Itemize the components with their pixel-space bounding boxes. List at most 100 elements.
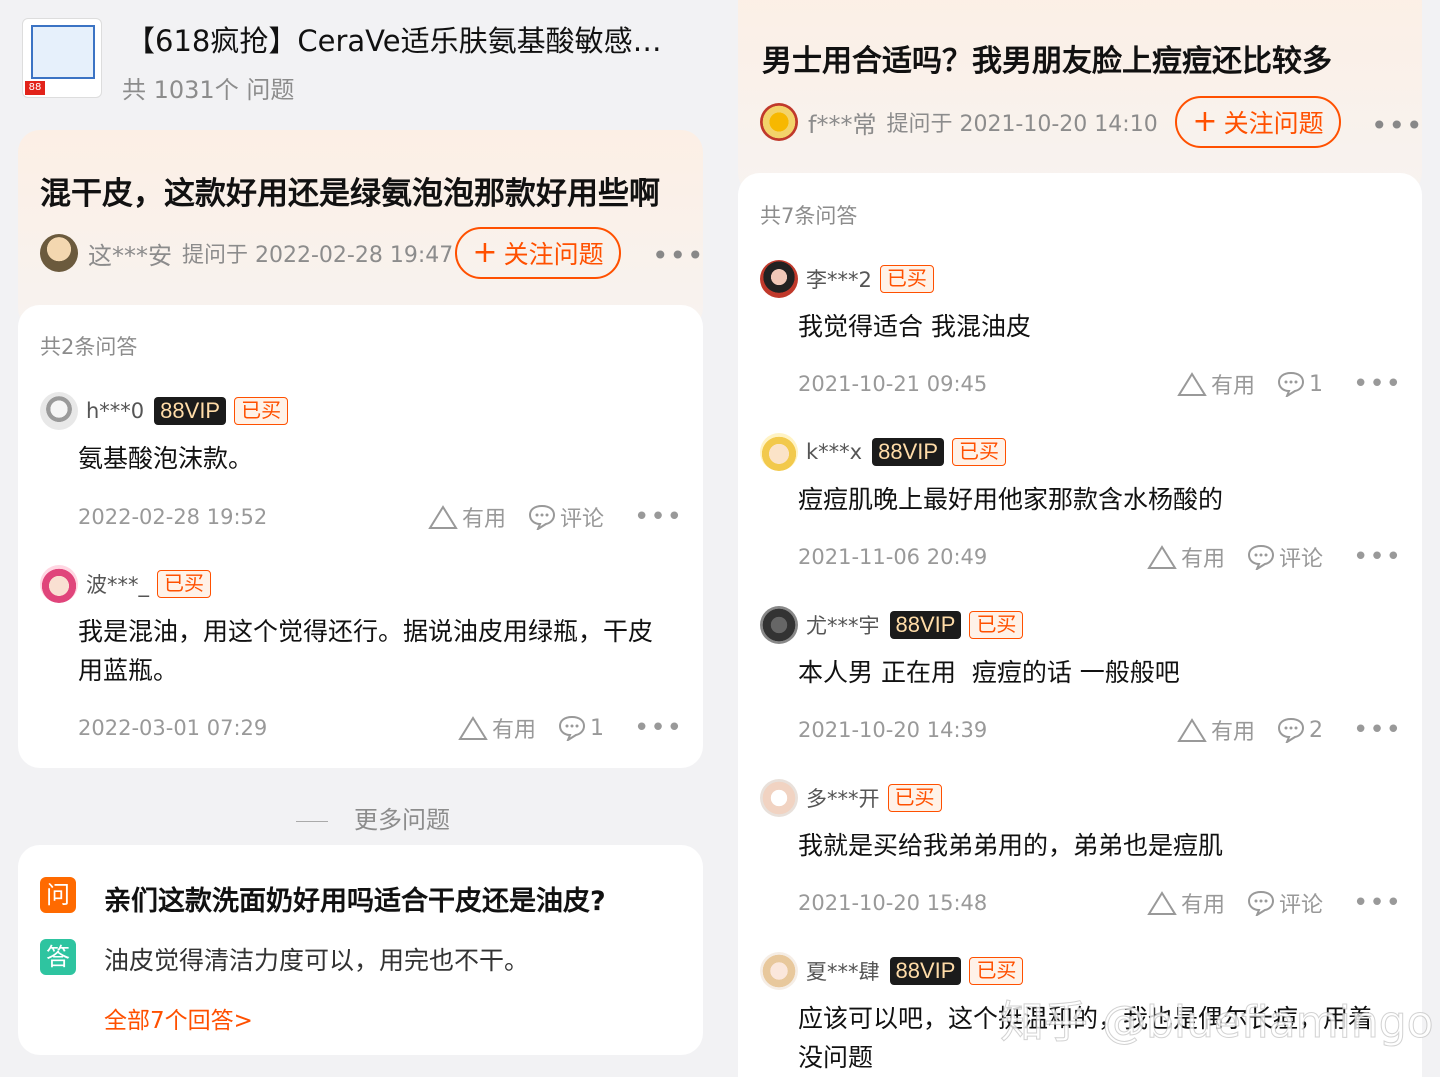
comment-button[interactable]: 评论 [528,501,604,533]
comment-button[interactable]: 评论 [1247,541,1323,573]
user-avatar[interactable] [760,433,798,471]
more-options-icon[interactable]: ••• [634,713,683,743]
answer-header: 波***_ 已买 [40,564,211,604]
answer-date: 2021-10-21 09:45 [798,372,988,396]
useful-label: 有用 [1180,547,1225,572]
useful-label: 有用 [491,718,536,743]
follow-question-button[interactable]: + 关注问题 [1175,96,1341,148]
comment-count: 2 [1308,717,1323,743]
comment-button[interactable]: 1 [1277,371,1323,397]
useful-button[interactable]: 有用 [458,712,536,744]
useful-button[interactable]: 有用 [1147,541,1225,573]
product-title[interactable]: 【618疯抢】CeraVe适乐肤氨基酸敏感… [126,18,662,60]
asker-avatar[interactable] [40,234,78,272]
bought-badge: 已买 [969,611,1024,639]
answers-card: 共7条问答 李***2 已买 我觉得适合 我混油皮 2021-10-21 09:… [738,173,1422,1077]
comment-button[interactable]: 1 [558,715,604,741]
triangle-up-icon [1147,545,1177,569]
answer-meta: 2021-10-20 15:48 有用 评论 ••• [798,885,1402,921]
bought-badge: 已买 [952,438,1007,466]
bought-badge: 已买 [234,397,289,425]
user-avatar[interactable] [760,260,798,298]
question-card: 混干皮，这款好用还是绿氨泡泡那款好用些啊 这***安 提问于 2022-02-2… [18,130,705,330]
user-avatar[interactable] [40,392,78,430]
answer-actions: 有用 评论 ••• [406,499,683,535]
more-options-icon[interactable]: ••• [1353,369,1402,399]
useful-label: 有用 [1210,374,1255,399]
more-options-icon[interactable]: ••• [1371,112,1422,140]
more-options-icon[interactable]: ••• [1353,542,1402,572]
comment-button[interactable]: 2 [1277,717,1323,743]
comment-bubble-icon [1247,544,1274,570]
more-question-card[interactable]: 问 亲们这款洗面奶好用吗适合干皮还是油皮? 答 油皮觉得清洁力度可以，用完也不干… [18,845,703,1055]
user-avatar[interactable] [760,606,798,644]
answer-actions: 有用 1 ••• [436,710,683,746]
asker-info: 这***安 提问于 2022-02-28 19:47 [40,228,453,278]
comment-button[interactable]: 评论 [1247,887,1323,919]
plus-icon: + [472,235,498,270]
right-panel: 男士用合适吗？我男朋友脸上痘痘还比较多 f***常 提问于 2021-10-20… [738,0,1422,1077]
bought-badge: 已买 [969,957,1024,985]
product-header[interactable]: 88 【618疯抢】CeraVe适乐肤氨基酸敏感… 共 1031个 问题 [22,18,702,108]
more-options-icon[interactable]: ••• [634,502,683,532]
useful-label: 有用 [461,507,506,532]
user-name: 李***2 [806,268,872,292]
answer-header: h***0 88VIP 已买 [40,391,289,431]
asker-name: 这***安 [88,241,172,270]
answer-badge-icon: 答 [40,939,76,975]
useful-button[interactable]: 有用 [428,501,506,533]
more-options-icon[interactable]: ••• [652,242,705,270]
user-avatar[interactable] [40,565,78,603]
asker-info: f***常 提问于 2021-10-20 14:10 [760,97,1158,147]
question-badge-icon: 问 [40,877,76,913]
follow-label: 关注问题 [503,240,604,269]
price-tag: 88 [25,81,45,95]
answer-date: 2021-11-06 20:49 [798,545,988,569]
more-options-icon[interactable]: ••• [1353,888,1402,918]
answer-text: 痘痘肌晚上最好用他家那款含水杨酸的 [798,485,1224,514]
plus-icon: + [1192,104,1218,139]
answers-card: 共2条问答 h***0 88VIP 已买 氨基酸泡沫款。 2022-02-28 … [18,305,703,768]
answer-date: 2021-10-20 15:48 [798,891,988,915]
vip-badge: 88VIP [872,438,945,466]
answer-date: 2022-02-28 19:52 [78,505,268,529]
useful-button[interactable]: 有用 [1147,887,1225,919]
comment-label: 评论 [559,507,604,532]
triangle-up-icon [458,716,488,740]
useful-button[interactable]: 有用 [1177,714,1255,746]
answer-actions: 有用 1 ••• [1155,366,1402,402]
comment-count: 1 [1308,371,1323,397]
comment-bubble-icon [528,504,555,530]
triangle-up-icon [1177,372,1207,396]
comment-bubble-icon [558,715,585,741]
user-avatar[interactable] [760,952,798,990]
comment-bubble-icon [1277,717,1304,743]
user-avatar[interactable] [760,779,798,817]
answer-header: 多***开 已买 [760,778,942,818]
more-options-icon[interactable]: ••• [1353,715,1402,745]
all-answers-link[interactable]: 全部7个回答> [104,1001,253,1035]
asker-name: f***常 [808,110,877,139]
triangle-up-icon [428,505,458,529]
answer-header: 尤***宇 88VIP 已买 [760,605,1024,645]
triangle-up-icon [1177,718,1207,742]
follow-question-button[interactable]: + 关注问题 [455,227,621,279]
product-thumbnail[interactable]: 88 [22,18,102,98]
asked-time: 提问于 2022-02-28 19:47 [182,243,454,268]
question-count: 共 1031个 问题 [122,76,295,104]
answer-text: 我就是买给我弟弟用的，弟弟也是痘肌 [798,831,1224,860]
comment-label: 评论 [1278,893,1323,918]
asked-time: 提问于 2021-10-20 14:10 [886,112,1158,137]
answer-date: 2022-03-01 07:29 [78,716,268,740]
answer-text: 我觉得适合 我混油皮 [798,312,1031,341]
answer-text: 本人男 正在用 痘痘的话 一般般吧 [798,658,1180,687]
more-question-text[interactable]: 亲们这款洗面奶好用吗适合干皮还是油皮? [104,879,606,918]
answer-header: k***x 88VIP 已买 [760,432,1007,472]
answer-header: 夏***肆 88VIP 已买 [760,951,1024,991]
useful-button[interactable]: 有用 [1177,368,1255,400]
user-name: 多***开 [806,787,880,811]
follow-label: 关注问题 [1223,109,1324,138]
question-card: 男士用合适吗？我男朋友脸上痘痘还比较多 f***常 提问于 2021-10-20… [738,0,1422,195]
useful-label: 有用 [1210,720,1255,745]
asker-avatar[interactable] [760,103,798,141]
